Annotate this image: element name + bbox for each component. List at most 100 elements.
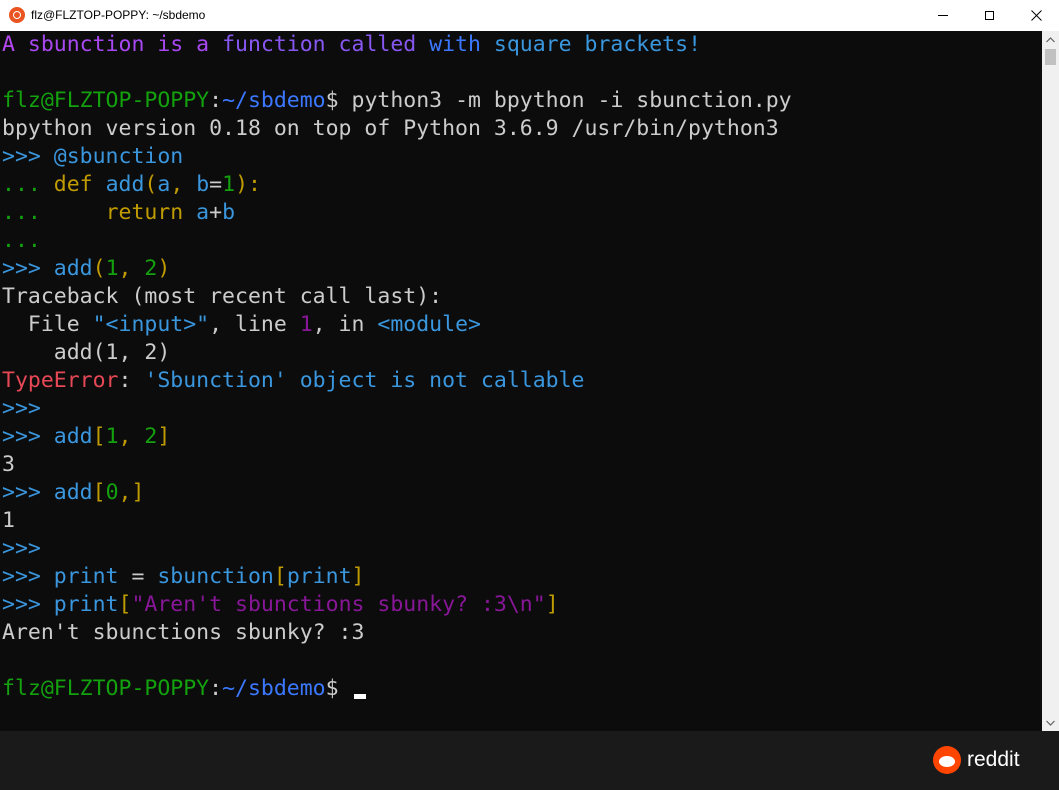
terminal-line: >>> add(1, 2) — [2, 255, 170, 283]
terminal-text-segment: add(1, 2) — [2, 340, 171, 365]
terminal-text-segment: 1 — [222, 172, 236, 197]
terminal-text-segment: ] — [157, 424, 171, 449]
terminal-text-segment: : — [209, 676, 223, 701]
terminal-text-segment: sbunction is a — [27, 32, 223, 57]
terminal-line: TypeError: 'Sbunction' object is not cal… — [2, 367, 585, 395]
terminal-text-segment: $ — [325, 676, 352, 701]
terminal-text-segment: ... — [2, 200, 106, 225]
reddit-logo-icon — [933, 746, 961, 774]
terminal-line: >>> print = sbunction[print] — [2, 563, 365, 591]
terminal-text-segment: , in — [312, 312, 378, 337]
terminal-text-segment: >>> — [2, 536, 41, 561]
terminal-text-segment: def — [53, 172, 106, 197]
terminal-output[interactable]: A sbunction is a function called with sq… — [0, 31, 1042, 731]
chevron-down-icon — [1046, 720, 1055, 726]
terminal-text-segment: >>> — [2, 396, 41, 421]
terminal-line: add(1, 2) — [2, 339, 171, 367]
maximize-icon — [984, 11, 994, 20]
terminal-text-segment: "<input>" — [92, 312, 210, 337]
terminal-text-segment: with — [429, 32, 494, 57]
terminal-text-segment: >>> — [2, 564, 54, 589]
terminal-line: File "<input>", line 1, in <module> — [2, 311, 481, 339]
terminal-text-segment: >>> — [2, 424, 54, 449]
terminal-line: 3 — [2, 451, 15, 479]
terminal-text-segment: return — [105, 200, 197, 225]
terminal-text-segment: 1 — [299, 312, 313, 337]
terminal-line: flz@FLZTOP-POPPY:~/sbdemo$ python3 -m bp… — [2, 87, 792, 115]
scrollbar[interactable] — [1042, 31, 1059, 731]
text-cursor — [353, 694, 366, 699]
terminal-text-segment: @sbunction — [53, 144, 184, 169]
terminal-text-segment: ) — [157, 256, 171, 281]
terminal-text-segment: [ — [92, 480, 106, 505]
terminal-text-segment: 1 — [105, 256, 119, 281]
terminal-line: ... def add(a, b=1): — [2, 171, 261, 199]
scroll-up-button[interactable] — [1042, 31, 1059, 48]
terminal-line: bpython version 0.18 on top of Python 3.… — [2, 115, 779, 143]
terminal-text-segment: "Aren't sbunctions sbunky? :3\n" — [131, 592, 546, 617]
scroll-down-button[interactable] — [1042, 714, 1059, 731]
terminal-line: Traceback (most recent call last): — [2, 283, 442, 311]
terminal-text-segment: ( — [92, 256, 106, 281]
terminal-line: >>> — [2, 395, 41, 423]
terminal-text-segment: >>> — [2, 480, 54, 505]
terminal-text-segment: >>> — [2, 592, 54, 617]
terminal-text-segment: b — [222, 200, 236, 225]
terminal-text-segment: b — [196, 172, 210, 197]
terminal-text-segment: function called — [222, 32, 430, 57]
terminal-line: ... — [2, 227, 41, 255]
terminal-text-segment: print — [286, 564, 352, 589]
terminal-line: >>> print["Aren't sbunctions sbunky? :3\… — [2, 591, 559, 619]
terminal-text-segment: + — [209, 200, 223, 225]
terminal-text-segment: add — [53, 480, 93, 505]
terminal-text-segment: 2 — [144, 256, 158, 281]
minimize-button[interactable] — [920, 0, 966, 31]
terminal-line: 1 — [2, 507, 15, 535]
terminal-line: >>> — [2, 535, 41, 563]
terminal-text-segment: >>> — [2, 144, 54, 169]
terminal-text-segment: a — [196, 200, 210, 225]
terminal-text-segment: ] — [545, 592, 559, 617]
close-button[interactable] — [1013, 0, 1059, 31]
terminal-text-segment: TypeError — [2, 368, 119, 393]
terminal-text-segment: print — [53, 564, 119, 589]
terminal-text-segment: , — [118, 256, 145, 281]
terminal-text-segment: print — [53, 592, 119, 617]
terminal-text-segment: A — [2, 32, 28, 57]
footer-bar: reddit — [0, 731, 1059, 790]
close-icon — [1030, 10, 1042, 21]
terminal-text-segment: add — [53, 424, 93, 449]
terminal-text-segment: ,] — [118, 480, 145, 505]
terminal-text-segment: 'Sbunction' object is not callable — [144, 368, 585, 393]
terminal-text-segment: ~/sbdemo — [222, 676, 326, 701]
minimize-icon — [938, 15, 948, 16]
maximize-button[interactable] — [966, 0, 1012, 31]
terminal-text-segment: 1 — [2, 508, 15, 533]
terminal-line: >>> add[0,] — [2, 479, 144, 507]
terminal-text-segment: = — [209, 172, 223, 197]
terminal-text-segment: : — [209, 88, 223, 113]
terminal-text-segment: Aren't sbunctions sbunky? :3 — [2, 620, 365, 645]
terminal-text-segment: 1 — [105, 424, 119, 449]
terminal-text-segment: sbunction — [157, 564, 274, 589]
ubuntu-icon — [9, 7, 25, 23]
terminal-text-segment: ... — [2, 228, 41, 253]
terminal-text-segment: File — [2, 312, 93, 337]
terminal-text-segment: ~/sbdemo — [222, 88, 326, 113]
terminal-text-segment: bpython version 0.18 on top of Python 3.… — [2, 116, 779, 141]
terminal-text-segment: a — [157, 172, 171, 197]
terminal-text-segment: : — [118, 368, 145, 393]
terminal-text-segment: 0 — [105, 480, 119, 505]
terminal-text-segment: add — [53, 256, 93, 281]
terminal-text-segment: flz@FLZTOP-POPPY — [2, 676, 210, 701]
terminal-text-segment: flz@FLZTOP-POPPY — [2, 88, 210, 113]
terminal-text-segment: <module> — [377, 312, 481, 337]
terminal-line: >>> @sbunction — [2, 143, 183, 171]
terminal-text-segment: , — [118, 424, 145, 449]
terminal-line: ... return a+b — [2, 199, 235, 227]
scroll-thumb[interactable] — [1045, 49, 1056, 65]
terminal-text-segment: square brackets! — [493, 32, 702, 57]
terminal-text-segment: , — [170, 172, 197, 197]
terminal-text-segment: , line — [209, 312, 300, 337]
terminal-text-segment: 2 — [144, 424, 158, 449]
